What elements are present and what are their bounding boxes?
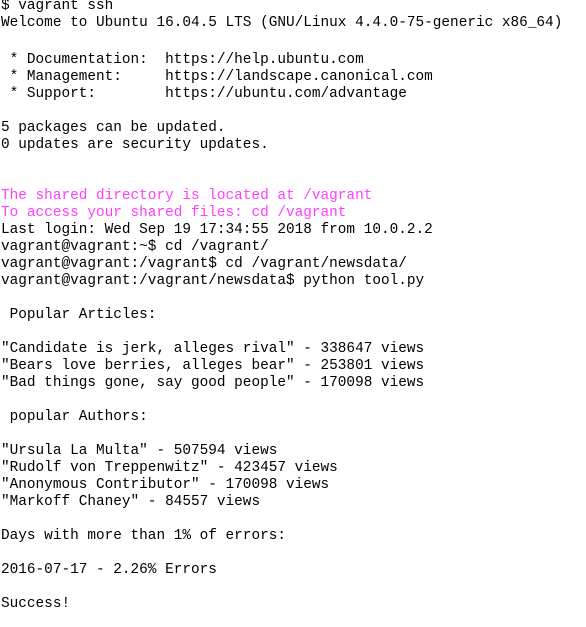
terminal-line: vagrant@vagrant:~$ cd /vagrant/ bbox=[1, 239, 269, 255]
terminal-line: "Markoff Chaney" - 84557 views bbox=[1, 494, 261, 510]
terminal-line: 0 updates are security updates. bbox=[1, 137, 269, 153]
terminal-line-highlight: To access your shared files: cd /vagrant bbox=[1, 205, 347, 221]
terminal-line: * Documentation: https://help.ubuntu.com bbox=[1, 52, 364, 68]
terminal-line: Days with more than 1% of errors: bbox=[1, 528, 286, 544]
terminal-line: Popular Articles: bbox=[1, 307, 157, 323]
terminal-line: "Rudolf von Treppenwitz" - 423457 views bbox=[1, 460, 338, 476]
terminal-line: vagrant@vagrant:/vagrant/newsdata$ pytho… bbox=[1, 273, 425, 289]
terminal-line: Welcome to Ubuntu 16.04.5 LTS (GNU/Linux… bbox=[1, 15, 563, 31]
terminal-line: * Support: https://ubuntu.com/advantage bbox=[1, 86, 407, 102]
terminal-line-highlight: The shared directory is located at /vagr… bbox=[1, 188, 373, 204]
terminal-line: "Candidate is jerk, alleges rival" - 338… bbox=[1, 341, 425, 357]
terminal-line: 5 packages can be updated. bbox=[1, 120, 226, 136]
terminal-line: popular Authors: bbox=[1, 409, 148, 425]
terminal-line: "Anonymous Contributor" - 170098 views bbox=[1, 477, 330, 493]
terminal-line: vagrant@vagrant:/vagrant$ cd /vagrant/ne… bbox=[1, 256, 407, 272]
terminal-line: * Management: https://landscape.canonica… bbox=[1, 69, 433, 85]
terminal-line: $ vagrant ssh bbox=[1, 0, 114, 14]
terminal-line: Success! bbox=[1, 596, 71, 612]
terminal-line: "Bad things gone, say good people" - 170… bbox=[1, 375, 425, 391]
terminal-line: "Ursula La Multa" - 507594 views bbox=[1, 443, 278, 459]
terminal-line: "Bears love berries, alleges bear" - 253… bbox=[1, 358, 425, 374]
terminal-line: 2016-07-17 - 2.26% Errors bbox=[1, 562, 217, 578]
terminal-line: Last login: Wed Sep 19 17:34:55 2018 fro… bbox=[1, 222, 433, 238]
terminal-window[interactable]: $ vagrant ssh Welcome to Ubuntu 16.04.5 … bbox=[0, 0, 586, 627]
